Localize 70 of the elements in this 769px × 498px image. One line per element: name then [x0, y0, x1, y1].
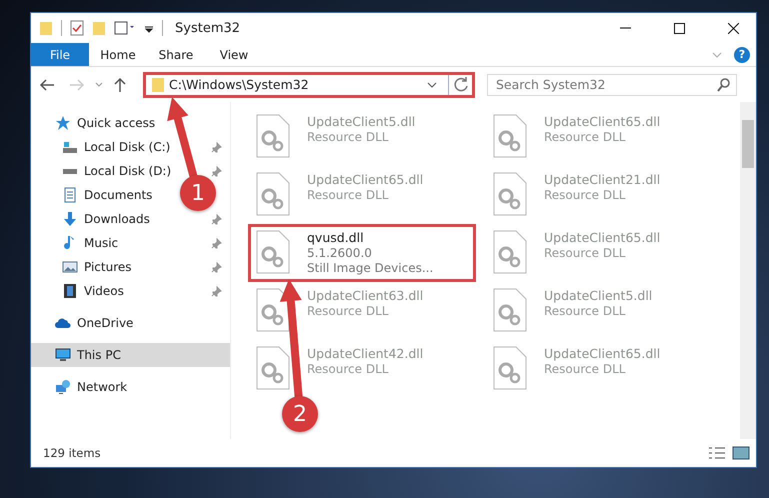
pin-icon[interactable] [211, 262, 222, 272]
back-arrow-icon[interactable] [39, 78, 55, 92]
settings-file-icon [492, 114, 528, 158]
file-detail: Resource DLL [544, 304, 626, 318]
settings-file-icon [255, 230, 291, 274]
picture-icon [62, 259, 78, 275]
network-icon [55, 379, 71, 395]
nav-item[interactable]: Music [62, 235, 118, 251]
properties-icon[interactable] [70, 20, 84, 36]
nav-item[interactable]: Pictures [62, 259, 132, 275]
settings-file-icon [255, 114, 291, 158]
settings-file-icon [492, 172, 528, 216]
scrollbar[interactable] [740, 102, 756, 439]
file-item[interactable]: qvusd.dll 5.1.2600.0 Still Image Devices... [248, 224, 476, 282]
window-title: System32 [175, 20, 242, 36]
settings-file-icon [255, 288, 291, 332]
monitor-icon [55, 347, 71, 363]
ribbon-tab[interactable]: Home [89, 43, 147, 66]
close-icon[interactable] [728, 22, 738, 34]
drive-icon [62, 168, 78, 174]
nav-item[interactable]: Videos [62, 283, 124, 299]
scroll-thumb[interactable] [742, 120, 754, 168]
pin-icon[interactable] [211, 142, 222, 152]
nav-item[interactable]: OneDrive [55, 315, 134, 331]
details-view-icon[interactable] [708, 446, 726, 460]
film-icon [62, 283, 78, 299]
file-detail: Resource DLL [544, 188, 626, 202]
file-detail: Resource DLL [544, 130, 626, 144]
nav-item[interactable]: Downloads [62, 211, 150, 227]
view-options-icon[interactable] [114, 20, 136, 36]
settings-file-icon [255, 346, 291, 390]
up-arrow-icon[interactable] [113, 76, 127, 92]
pin-icon[interactable] [211, 238, 222, 248]
file-detail: Resource DLL [307, 188, 390, 202]
nav-item[interactable]: Local Disk (C:) [62, 139, 170, 155]
pin-icon[interactable] [211, 214, 222, 224]
drive-icon [62, 139, 78, 155]
item-count: 129 items [43, 446, 102, 460]
thumbnail-view-icon[interactable] [732, 446, 750, 460]
settings-file-icon [255, 172, 291, 216]
search-field[interactable]: Search System32 [487, 74, 737, 96]
nav-item[interactable]: Documents [62, 187, 152, 203]
file-detail: Resource DLL [307, 304, 390, 318]
address-bar[interactable]: C:\Windows\System32 [143, 72, 475, 98]
file-name[interactable]: qvusd.dll [307, 230, 434, 245]
chevron-down-icon[interactable] [427, 80, 437, 90]
help-button[interactable]: ? [734, 46, 750, 62]
file-detail: Resource DLL [307, 362, 390, 376]
star-icon [55, 115, 71, 131]
folder-icon [152, 76, 164, 92]
pin-icon[interactable] [211, 286, 222, 296]
settings-file-icon [492, 288, 528, 332]
file-detail: Resource DLL [307, 130, 390, 144]
ribbon-tab[interactable]: File [31, 43, 89, 66]
nav-item[interactable]: Quick access [55, 115, 156, 131]
nav-item[interactable]: Local Disk (D:) [62, 164, 172, 178]
settings-file-icon [492, 230, 528, 274]
settings-file-icon [492, 346, 528, 390]
file-detail: Resource DLL [544, 362, 626, 376]
document-icon [62, 187, 78, 203]
pin-icon[interactable] [211, 166, 222, 176]
minimize-icon[interactable] [620, 27, 630, 29]
file-detail: Still Image Devices... [307, 261, 434, 275]
file-detail: 5.1.2600.0 [307, 246, 373, 260]
ribbon-tab[interactable]: Share [147, 43, 205, 66]
download-icon [62, 211, 78, 227]
ribbon-tab[interactable]: View [205, 43, 263, 66]
nav-item[interactable]: Network [55, 379, 128, 395]
file-detail: Resource DLL [544, 246, 626, 260]
maximize-icon[interactable] [674, 22, 684, 34]
